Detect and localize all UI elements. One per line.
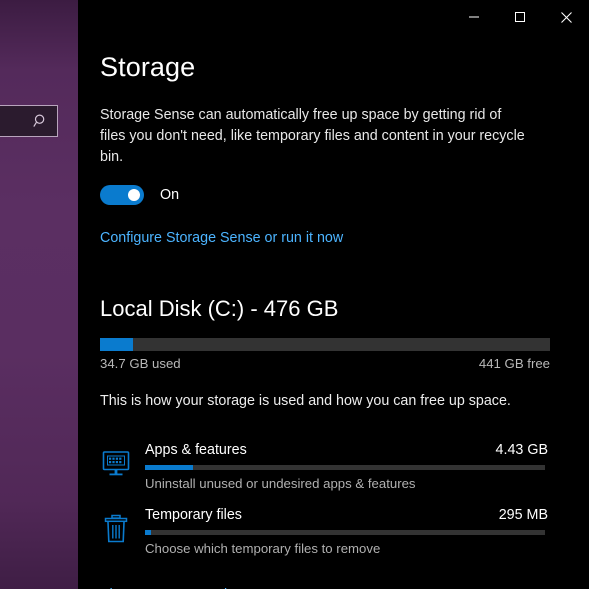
- disk-usage-legend: 34.7 GB used 441 GB free: [100, 356, 550, 371]
- minimize-button[interactable]: [451, 0, 497, 34]
- storage-category-row[interactable]: Apps & features 4.43 GB Uninstall unused o…: [100, 426, 556, 491]
- show-more-link-row: Show more categories: [100, 556, 556, 589]
- configure-storage-sense-link[interactable]: Configure Storage Sense or run it now: [100, 230, 343, 246]
- storage-sense-toggle[interactable]: [100, 185, 144, 205]
- settings-content: Storage Storage Sense can automatically …: [78, 34, 589, 589]
- close-icon: [560, 11, 573, 24]
- window-titlebar: [78, 0, 589, 34]
- maximize-button[interactable]: [497, 0, 543, 34]
- storage-category-header: Apps & features 4.43 GB: [145, 442, 556, 458]
- disk-free-label: 441 GB free: [479, 356, 550, 371]
- trash-icon: [100, 513, 132, 545]
- storage-explanation: This is how your storage is used and how…: [100, 371, 556, 409]
- storage-category-size: 295 MB: [499, 507, 556, 523]
- maximize-icon: [514, 11, 526, 23]
- desktop-search-box[interactable]: [0, 105, 58, 137]
- settings-window: Storage Storage Sense can automatically …: [78, 0, 589, 589]
- storage-category-bar: [145, 465, 545, 470]
- disk-usage-bar: [100, 338, 550, 351]
- storage-category-bar: [145, 530, 545, 535]
- storage-category-subtitle: Uninstall unused or undesired apps & fea…: [145, 476, 556, 491]
- close-button[interactable]: [543, 0, 589, 34]
- minimize-icon: [468, 11, 480, 23]
- storage-sense-toggle-row: On: [100, 168, 556, 205]
- toggle-knob: [128, 189, 140, 201]
- storage-category-bar-fill: [145, 530, 151, 535]
- screen: Storage Storage Sense can automatically …: [0, 0, 589, 589]
- configure-link-row: Configure Storage Sense or run it now: [100, 205, 556, 247]
- storage-category-row[interactable]: Temporary files 295 MB Choose which tempor…: [100, 491, 556, 556]
- search-icon: [33, 113, 49, 129]
- storage-category-subtitle: Choose which temporary files to remove: [145, 541, 556, 556]
- storage-category-bar-fill: [145, 465, 193, 470]
- storage-sense-description: Storage Sense can automatically free up …: [100, 83, 530, 168]
- storage-category-body: Apps & features 4.43 GB Uninstall unused o…: [145, 442, 556, 491]
- disk-usage-bar-fill: [100, 338, 133, 351]
- storage-category-name: Apps & features: [145, 442, 247, 458]
- storage-category-list: Apps & features 4.43 GB Uninstall unused o…: [100, 409, 556, 556]
- storage-category-body: Temporary files 295 MB Choose which tempor…: [145, 507, 556, 556]
- storage-category-header: Temporary files 295 MB: [145, 507, 556, 523]
- local-disk-title: Local Disk (C:) - 476 GB: [100, 247, 556, 322]
- storage-sense-toggle-label: On: [160, 187, 179, 203]
- page-title: Storage: [100, 34, 556, 83]
- disk-used-label: 34.7 GB used: [100, 356, 181, 371]
- storage-category-name: Temporary files: [145, 507, 242, 523]
- storage-category-size: 4.43 GB: [496, 442, 556, 458]
- monitor-apps-icon: [100, 448, 132, 480]
